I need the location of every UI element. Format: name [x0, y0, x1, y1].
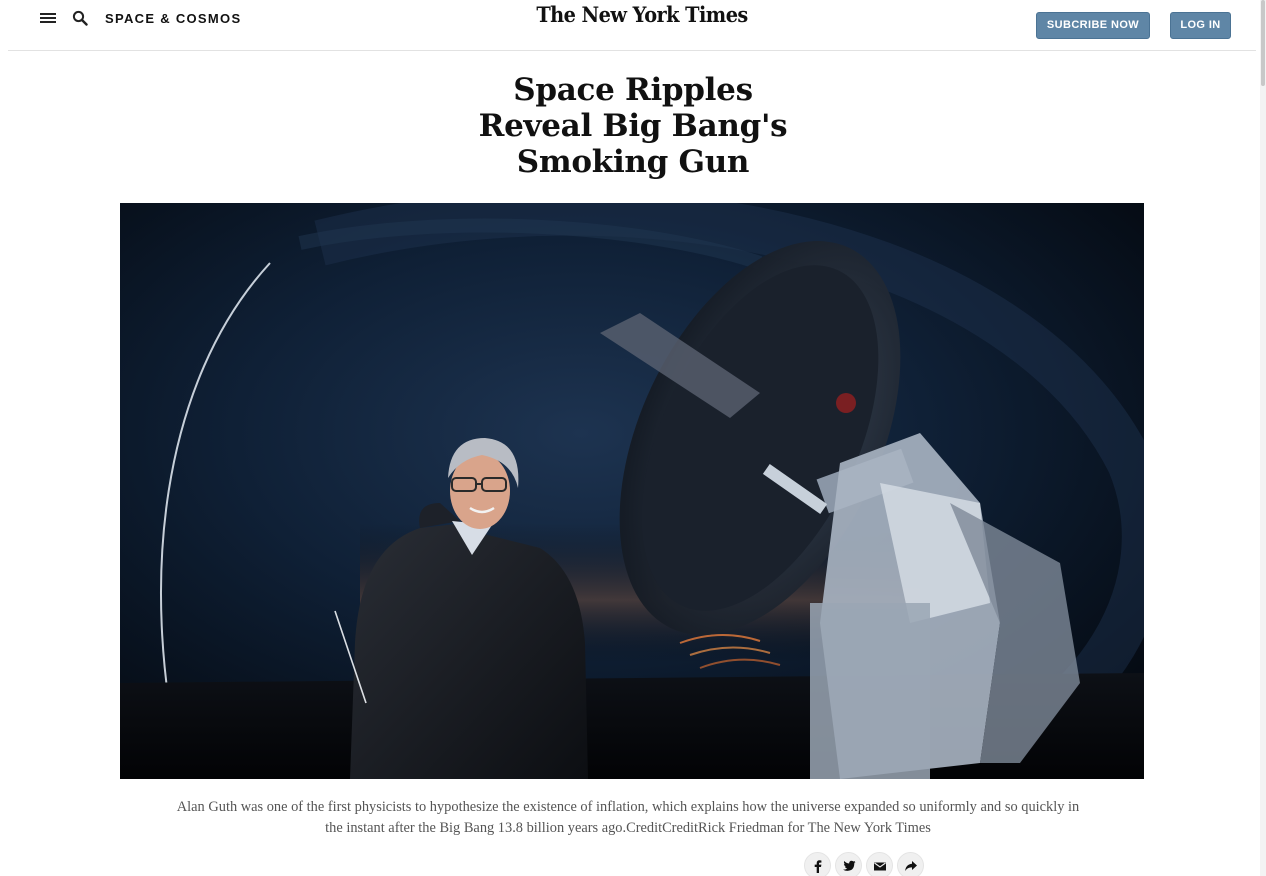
- login-button[interactable]: LOG IN: [1170, 12, 1231, 39]
- share-twitter-button[interactable]: [835, 852, 862, 876]
- email-icon: [874, 862, 886, 871]
- photo-caption: Alan Guth was one of the first physicist…: [176, 799, 1080, 836]
- headline-line: Smoking Gun: [516, 144, 750, 180]
- headline-line: Space Ripples: [513, 72, 753, 108]
- section-name-link[interactable]: SPACE & COSMOS: [105, 11, 241, 26]
- share-facebook-button[interactable]: [804, 852, 831, 876]
- hero-photo: [120, 203, 1144, 779]
- article-headline: Space Ripples Reveal Big Bang's Smoking …: [383, 72, 883, 180]
- share-arrow-icon: [905, 861, 917, 871]
- subscribe-button[interactable]: SUBCRIBE NOW: [1036, 12, 1150, 39]
- nyt-logo[interactable]: The New York Times: [536, 0, 748, 30]
- telescope-portrait-image: [120, 203, 1144, 779]
- scrollbar-thumb[interactable]: [1261, 0, 1265, 86]
- twitter-icon: [843, 860, 856, 871]
- search-icon[interactable]: [72, 10, 88, 26]
- headline-line: Reveal Big Bang's: [478, 108, 788, 144]
- facebook-icon: [814, 860, 822, 873]
- hamburger-menu-icon[interactable]: [40, 11, 56, 25]
- share-email-button[interactable]: [866, 852, 893, 876]
- site-header: SPACE & COSMOS The New York Times SUBCRI…: [8, 0, 1256, 51]
- page-scrollbar[interactable]: [1260, 0, 1266, 876]
- share-more-button[interactable]: [897, 852, 924, 876]
